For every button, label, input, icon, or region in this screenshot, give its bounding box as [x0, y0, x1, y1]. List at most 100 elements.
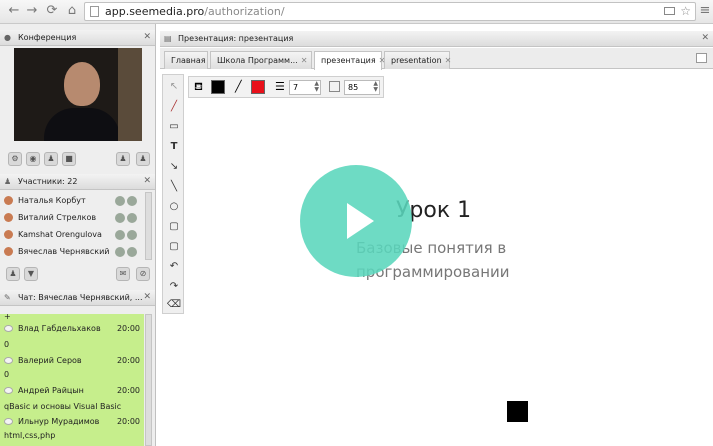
settings-icon[interactable]: ⚙	[8, 152, 22, 166]
participant-row[interactable]: Kamshat Orengulova	[2, 226, 139, 243]
users-icon[interactable]: ♟	[116, 152, 130, 166]
person-icon	[4, 196, 13, 205]
undo-icon[interactable]: ↶	[166, 259, 182, 274]
chat-time: 20:00	[116, 324, 140, 333]
back-icon[interactable]: ←	[6, 3, 22, 19]
stop-icon[interactable]: ■	[62, 152, 76, 166]
line-width-stepper[interactable]: 7 ▲ ▼	[289, 80, 321, 95]
bookshelf	[118, 48, 142, 141]
play-button[interactable]	[300, 165, 412, 277]
participant-name: Kamshat Orengulova	[18, 230, 102, 239]
tab-close-icon[interactable]: ✕	[301, 56, 308, 65]
reload-icon[interactable]: ⟳	[44, 3, 60, 19]
browser-toolbar: ← → ⟳ ⌂ app.seemedia.pro/authorization/ …	[0, 0, 713, 24]
conference-header: ● Конференция ✕	[0, 30, 155, 46]
person-icon	[4, 213, 13, 222]
close-icon[interactable]: ✕	[701, 31, 709, 46]
line-width-icon: ☰	[275, 80, 285, 93]
filter-icon[interactable]: ▼	[24, 267, 38, 281]
chat-author: Ильнур Мурадимов	[18, 417, 100, 426]
chat-time: 20:00	[116, 417, 140, 426]
chat-body: 0	[4, 340, 10, 349]
tab-presentation-ru[interactable]: презентация ✕	[314, 51, 385, 70]
message-icon[interactable]: ✉	[116, 267, 130, 281]
participant-row[interactable]: Вячеслав Чернявский	[2, 243, 139, 260]
chat-author: Андрей Райцын	[18, 386, 84, 395]
address-bar[interactable]: app.seemedia.pro/authorization/ ☆	[84, 2, 696, 21]
home-icon[interactable]: ⌂	[64, 3, 80, 19]
participant-row[interactable]: Виталий Стрелков	[2, 209, 139, 226]
filled-rect-icon[interactable]: ▢	[166, 219, 182, 234]
participants-title: Участники: 22	[18, 177, 78, 186]
fill-bucket-icon[interactable]: ⛾	[194, 80, 203, 95]
bottom-controls	[186, 438, 713, 446]
arrow-icon[interactable]: ↘	[166, 159, 182, 174]
chat-bubble-icon	[4, 387, 13, 394]
tab-school[interactable]: Школа Программ... ✕	[210, 51, 312, 69]
chat-scrollbar[interactable]	[145, 314, 152, 446]
ellipse-icon[interactable]: ○	[166, 199, 182, 214]
star-icon[interactable]: ☆	[680, 3, 691, 20]
tab-presentation-en[interactable]: presentation ✕	[384, 51, 452, 69]
stepper-arrows-icon[interactable]: ▲ ▼	[314, 81, 319, 93]
participant-name: Вячеслав Чернявский	[18, 247, 110, 256]
people-icon: ♟	[4, 177, 12, 186]
stroke-color-swatch[interactable]	[251, 80, 265, 94]
opacity-stepper[interactable]: 85 ▲ ▼	[344, 80, 380, 95]
drawn-square[interactable]	[507, 401, 528, 422]
group-icon[interactable]: ♟	[6, 267, 20, 281]
mute-icon[interactable]: ⊘	[136, 267, 150, 281]
line-width-value: 7	[293, 83, 299, 92]
chat-bubble-icon	[4, 325, 13, 332]
tab-main[interactable]: Главная	[164, 51, 208, 69]
chat-body: html,css,php	[4, 431, 56, 440]
brush-icon[interactable]: ╱	[235, 80, 242, 93]
tab-label: Главная	[171, 56, 206, 65]
menu-icon[interactable]: ≡	[697, 3, 713, 19]
participants-scrollbar[interactable]	[145, 192, 152, 260]
user-icon[interactable]: ♟	[44, 152, 58, 166]
tab-close-icon[interactable]: ✕	[445, 56, 452, 65]
pointer-icon[interactable]: ↖	[166, 79, 182, 94]
webcam-video	[14, 48, 142, 141]
fill-color-swatch[interactable]	[211, 80, 225, 94]
chat-title: Чат: Вячеслав Чернявский, ...	[18, 293, 143, 302]
rectangle-icon[interactable]: ▭	[166, 119, 182, 134]
chat-messages: + Влад Габдельхаков 20:00 0 Валерий Серо…	[0, 314, 144, 446]
person-icon	[4, 230, 13, 239]
presenter-figure	[64, 62, 100, 106]
pen-icon[interactable]: ╱	[166, 99, 182, 114]
drawing-toolbar: ↖ ╱ ▭ T ↘ ╲ ○ ▢ ▢ ↶ ↷ ⌫	[162, 74, 184, 314]
window-icon[interactable]	[696, 53, 707, 63]
redo-icon[interactable]: ↷	[166, 279, 182, 294]
camera-toggle-icon[interactable]: ◉	[26, 152, 40, 166]
camera-icon[interactable]	[664, 7, 675, 15]
url-path: /authorization/	[204, 5, 285, 18]
camera-panel-icon: ●	[4, 33, 11, 42]
line-icon[interactable]: ╲	[166, 179, 182, 194]
presentation-icon: ▤	[164, 34, 172, 43]
close-icon[interactable]: ✕	[143, 30, 151, 45]
chat-header: ✎ Чат: Вячеслав Чернявский, ... ✕	[0, 290, 155, 306]
page-icon	[90, 6, 99, 17]
forward-icon[interactable]: →	[24, 3, 40, 19]
close-icon[interactable]: ✕	[143, 174, 151, 189]
close-icon[interactable]: ✕	[143, 290, 151, 305]
stepper-arrows-icon[interactable]: ▲ ▼	[373, 81, 378, 93]
text-icon[interactable]: T	[166, 139, 182, 154]
participant-name: Виталий Стрелков	[18, 213, 97, 222]
style-toolbar: ⛾ ╱ ☰ 7 ▲ ▼ 85 ▲ ▼	[188, 76, 384, 98]
url-host: app.seemedia.pro	[105, 5, 205, 18]
participant-row[interactable]: Наталья Корбут	[2, 192, 139, 209]
participant-status-icons	[113, 195, 137, 206]
presenter-body	[44, 108, 120, 141]
conference-title: Конференция	[18, 33, 77, 42]
left-sidebar: ● Конференция ✕ ⚙ ◉ ♟ ■ ♟ ♟ ♟ Участники:…	[0, 24, 156, 446]
tab-label: презентация	[321, 56, 376, 65]
chat-bubble-icon	[4, 357, 13, 364]
tab-bar: Главная Школа Программ... ✕ презентация ✕ …	[160, 48, 713, 70]
eraser-icon[interactable]: ⌫	[166, 297, 182, 312]
rounded-rect-icon[interactable]: ▢	[166, 239, 182, 254]
chat-author: Валерий Серов	[18, 356, 82, 365]
users-add-icon[interactable]: ♟	[136, 152, 150, 166]
